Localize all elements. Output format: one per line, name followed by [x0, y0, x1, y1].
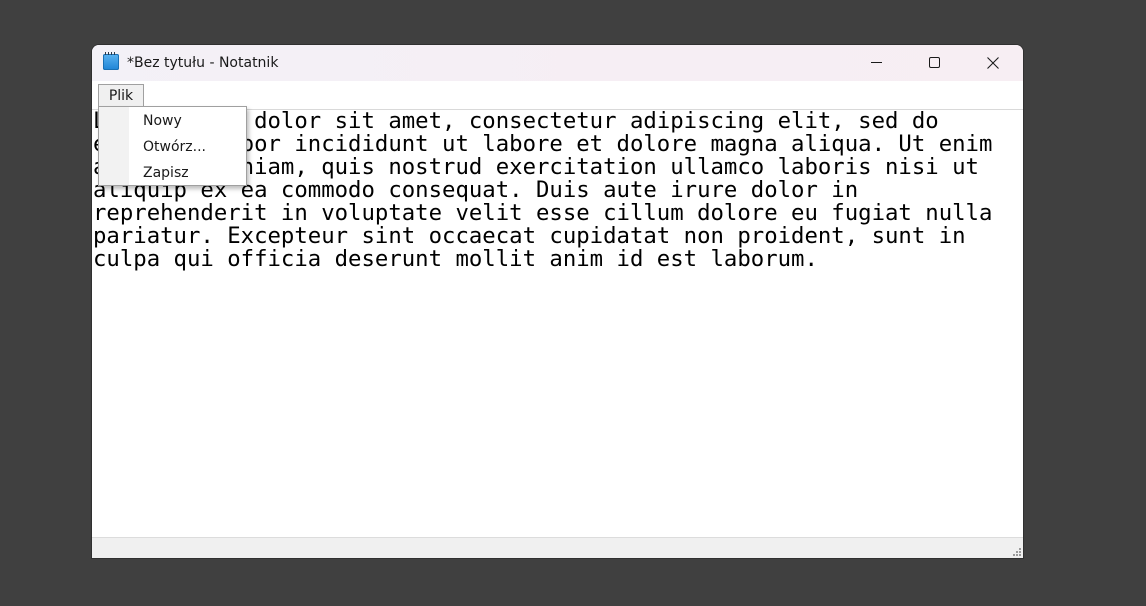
close-icon [987, 57, 999, 69]
status-bar [92, 537, 1023, 558]
maximize-icon [929, 57, 940, 68]
title-bar[interactable]: *Bez tytułu - Notatnik [92, 45, 1023, 81]
resize-grip-icon[interactable] [1011, 546, 1021, 556]
minimize-icon [871, 62, 882, 63]
minimize-button[interactable] [848, 45, 906, 81]
menu-item-otworz[interactable]: Otwórz... [129, 134, 246, 160]
menu-item-nowy[interactable]: Nowy [129, 108, 246, 134]
menu-item-zapisz[interactable]: Zapisz [129, 160, 246, 186]
notepad-window: *Bez tytułu - Notatnik Plik Lorem ipsum … [92, 45, 1023, 558]
plik-dropdown-menu: Nowy Otwórz... Zapisz [98, 106, 247, 186]
menu-plik[interactable]: Plik [98, 84, 144, 107]
menu-icon-gutter [99, 107, 129, 185]
window-title: *Bez tytułu - Notatnik [127, 55, 279, 71]
maximize-button[interactable] [906, 45, 964, 81]
close-button[interactable] [964, 45, 1022, 81]
notepad-icon [103, 52, 119, 70]
